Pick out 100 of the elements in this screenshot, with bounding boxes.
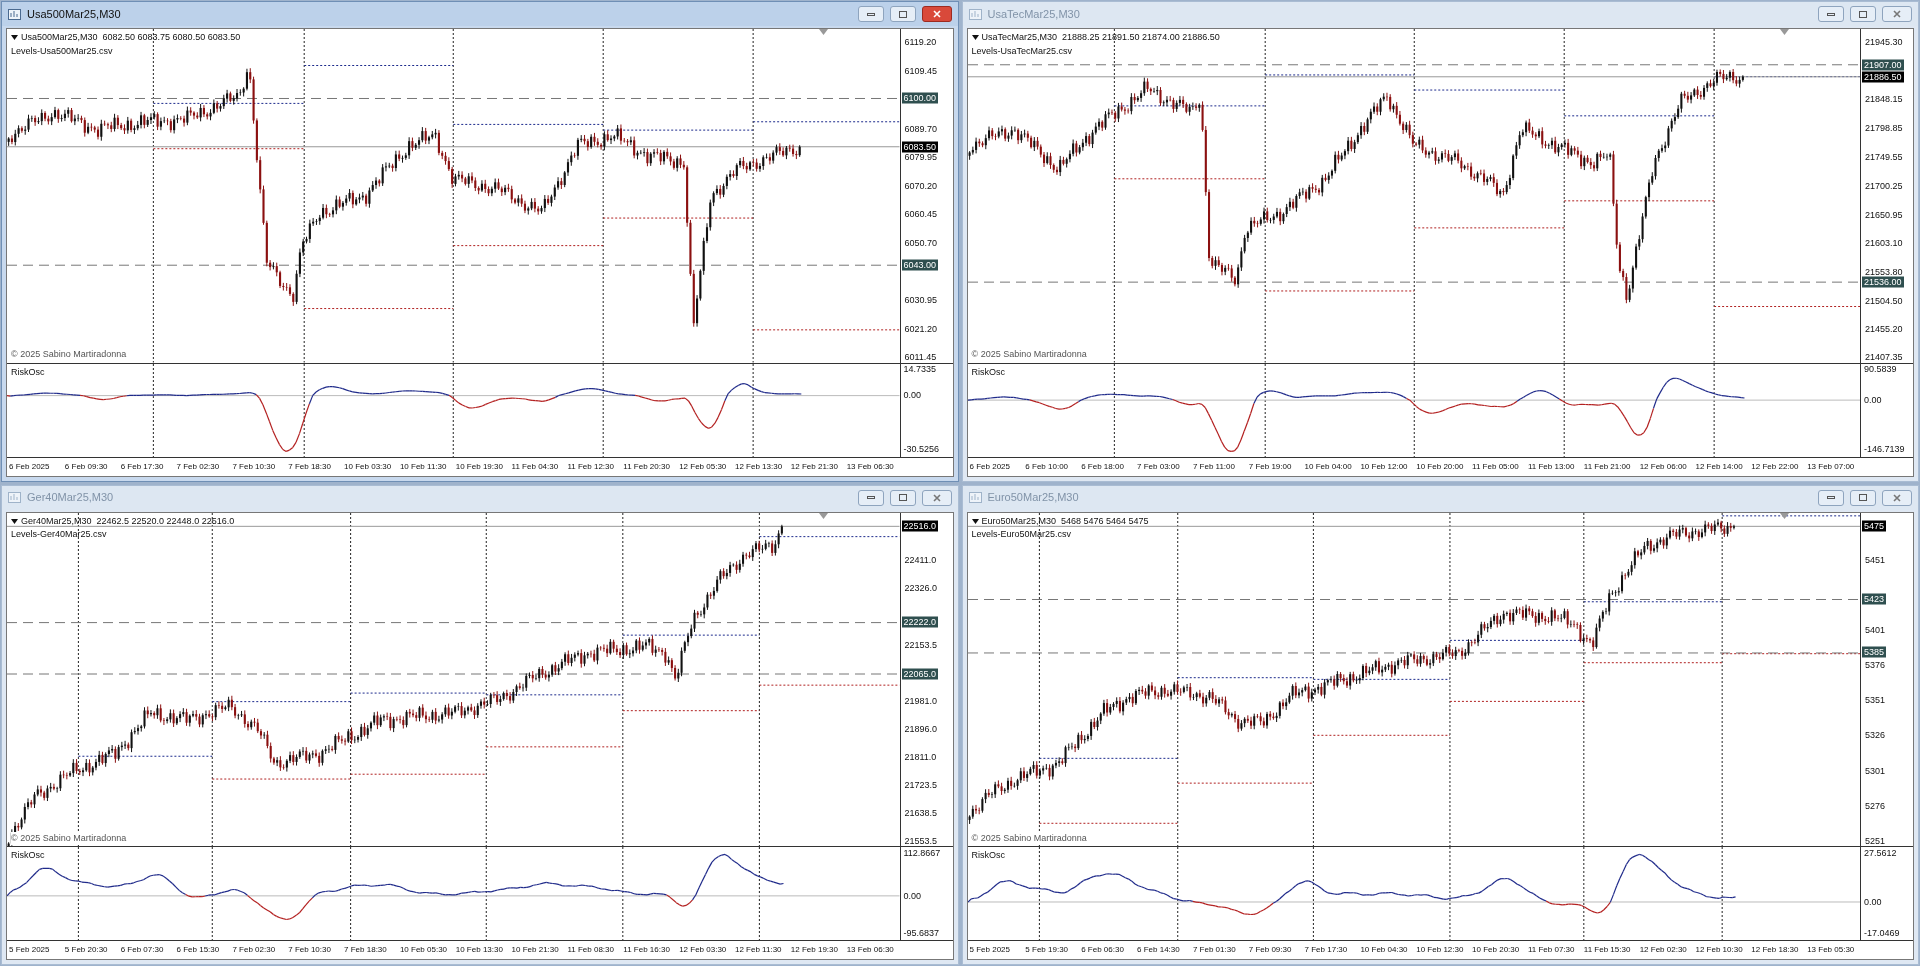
time-axis-label: 7 Feb 09:30: [1247, 944, 1293, 956]
price-axis-label: 21798.85: [1865, 122, 1903, 134]
window-title: Ger40Mar25,M30: [27, 490, 115, 506]
time-axis-label: 12 Feb 18:30: [1750, 944, 1800, 956]
restore-button[interactable]: [1850, 489, 1876, 506]
time-axis-label: 12 Feb 05:30: [678, 460, 728, 473]
oscillator-axis-label: 0.00: [1864, 896, 1882, 908]
price-axis-label: 5351: [1865, 694, 1886, 706]
close-icon: [1893, 10, 1901, 18]
time-axis-label: 7 Feb 10:30: [231, 460, 277, 473]
time-axis-label: 7 Feb 17:30: [1303, 944, 1349, 956]
oscillator-axis-label: 0.00: [903, 890, 922, 902]
copyright-label: © 2025 Sabino Martiradonna: [11, 831, 127, 845]
time-axis-label: 10 Feb 20:00: [1415, 460, 1465, 473]
time-axis-label: 10 Feb 19:30: [454, 460, 504, 473]
time-axis-label: 13 Feb 05:30: [1806, 944, 1856, 956]
close-button[interactable]: [921, 6, 952, 22]
price-axis-label: 22411.0: [904, 554, 937, 566]
minimize-button[interactable]: [857, 6, 884, 22]
shift-marker-icon[interactable]: [819, 512, 829, 519]
shift-marker-icon[interactable]: [1779, 512, 1789, 519]
shift-marker-icon[interactable]: [1779, 29, 1789, 35]
minimize-button[interactable]: [857, 489, 884, 506]
time-axis-label: 10 Feb 21:30: [510, 944, 560, 956]
restore-button[interactable]: [889, 489, 916, 506]
close-icon: [932, 493, 941, 502]
time-axis-label: 11 Feb 16:30: [622, 944, 671, 956]
time-axis-label: 5 Feb 2025: [8, 944, 51, 956]
price-axis-label: 21723.5: [904, 779, 938, 791]
current-price-tag: 22516.0: [901, 520, 939, 532]
level-price-tag: 22065.0: [901, 668, 939, 679]
price-axis-label: 6109.45: [904, 65, 938, 77]
indicator-name: RiskOsc: [11, 849, 45, 862]
collapse-triangle-icon[interactable]: [971, 518, 979, 524]
price-axis-label: 22326.0: [904, 582, 938, 594]
minimize-button[interactable]: [1818, 489, 1844, 506]
indicator-name: RiskOsc: [971, 849, 1005, 862]
shift-marker-icon[interactable]: [819, 29, 829, 35]
time-axis-label: 7 Feb 11:00: [1191, 460, 1236, 473]
close-button[interactable]: [1882, 489, 1912, 506]
time-axis-label: 12 Feb 21:30: [789, 460, 839, 473]
time-axis-label: 13 Feb 06:30: [845, 460, 895, 473]
current-price-tag: 6083.50: [901, 141, 939, 153]
time-axis-label: 6 Feb 15:30: [175, 944, 221, 956]
price-axis-label: 6021.20: [904, 323, 938, 335]
oscillator-axis-label: -30.5256: [903, 443, 940, 455]
chart-window-icon: [968, 492, 982, 503]
chart-window-icon: [968, 8, 982, 20]
time-axis-label: 5 Feb 2025: [968, 944, 1011, 956]
level-price-tag: 21536.00: [1862, 276, 1904, 288]
price-axis-label: 5401: [1865, 624, 1886, 636]
time-axis-label: 5 Feb 19:30: [1024, 944, 1070, 956]
time-axis-label: 7 Feb 19:00: [1247, 460, 1293, 473]
collapse-triangle-icon[interactable]: [11, 518, 18, 524]
oscillator-axis-label: -146.7139: [1864, 443, 1905, 455]
close-button[interactable]: [921, 489, 952, 506]
time-axis-label: 11 Feb 12:30: [566, 460, 615, 473]
time-axis-label: 6 Feb 18:00: [1080, 460, 1125, 473]
time-axis-label: 11 Feb 05:00: [1471, 460, 1520, 473]
time-axis-label: 11 Feb 15:30: [1582, 944, 1632, 956]
price-axis-label: 21638.5: [904, 807, 938, 819]
price-axis-label: 5251: [1865, 835, 1886, 847]
minimize-button[interactable]: [1818, 6, 1844, 22]
close-button[interactable]: [1882, 6, 1912, 22]
close-icon: [1893, 493, 1901, 502]
time-axis-label: 6 Feb 10:00: [1024, 460, 1070, 473]
price-axis-label: 6089.70: [904, 123, 938, 135]
collapse-triangle-icon[interactable]: [11, 35, 18, 41]
window-title: Euro50Mar25,M30: [987, 490, 1080, 506]
price-axis-label: 21945.30: [1865, 36, 1903, 48]
price-axis-label: 5326: [1865, 729, 1886, 741]
time-axis-label: 10 Feb 05:30: [398, 944, 449, 956]
time-axis-label: 12 Feb 19:30: [789, 944, 839, 956]
price-axis-label: 21504.50: [1865, 295, 1903, 307]
time-axis-label: 6 Feb 2025: [968, 460, 1011, 473]
time-axis-label: 10 Feb 03:30: [343, 460, 393, 473]
time-axis-label: 10 Feb 12:30: [1415, 944, 1465, 956]
time-axis-label: 6 Feb 14:30: [1136, 944, 1181, 956]
oscillator-axis-label: -17.0469: [1864, 927, 1900, 939]
time-axis-label: 7 Feb 10:30: [287, 944, 332, 956]
price-axis-label: 6060.45: [904, 208, 938, 220]
time-axis-label: 12 Feb 11:30: [733, 944, 783, 956]
oscillator-axis-label: 14.7335: [903, 363, 937, 375]
price-axis-label: 21700.25: [1865, 180, 1903, 192]
time-axis-label: 7 Feb 18:30: [343, 944, 388, 956]
collapse-triangle-icon[interactable]: [971, 35, 979, 41]
price-axis-label: 21811.0: [904, 751, 937, 763]
level-price-tag: 5423: [1862, 593, 1887, 605]
time-axis-label: 6 Feb 06:30: [1080, 944, 1125, 956]
symbol-quote: Ger40Mar25,M30 22462.5 22520.0 22448.0 22516.0: [21, 514, 235, 528]
price-axis-label: 21553.80: [1865, 266, 1903, 278]
price-axis-label: 21896.0: [904, 723, 938, 735]
time-axis-label: 13 Feb 07:00: [1806, 460, 1856, 473]
current-price-tag: 5475: [1862, 520, 1887, 532]
price-axis-label: 22153.5: [904, 639, 938, 651]
copyright-label: © 2025 Sabino Martiradonna: [971, 831, 1087, 845]
restore-button[interactable]: [1850, 6, 1876, 22]
levels-file-label: Levels-UsaTecMar25.csv: [971, 44, 1074, 58]
price-axis-label: 21749.55: [1865, 151, 1903, 163]
restore-button[interactable]: [889, 6, 916, 22]
